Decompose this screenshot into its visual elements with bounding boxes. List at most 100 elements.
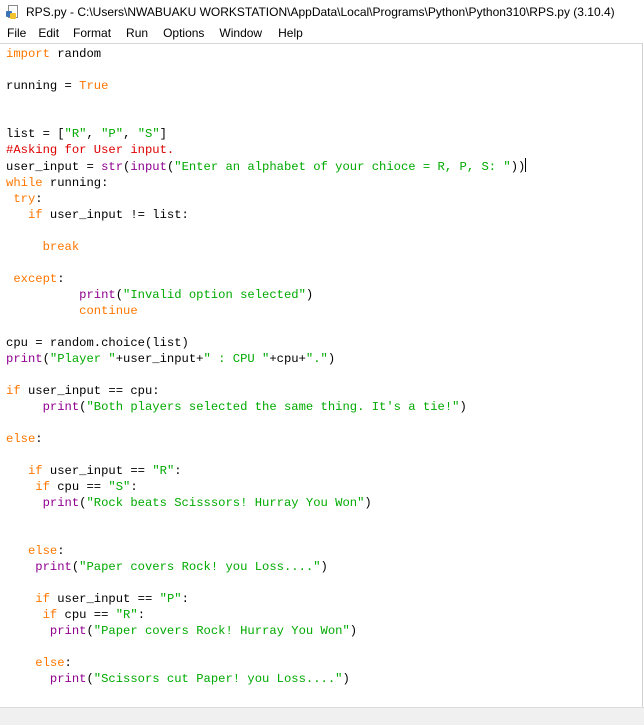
code-line: print("Scissors cut Paper! you Loss...."… [6, 672, 350, 686]
code-line: list = ["R", "P", "S"] [6, 127, 167, 141]
code-token: ( [115, 288, 124, 302]
code-token: else [35, 656, 65, 670]
code-token: ] [159, 127, 167, 141]
code-token: user_input = [6, 160, 102, 174]
code-token: : [130, 480, 138, 494]
code-line: print("Paper covers Rock! Hurray You Won… [6, 624, 357, 638]
code-token: random [49, 47, 102, 61]
code-token: print [49, 672, 87, 686]
code-token: +cpu+ [269, 352, 306, 366]
code-line: #Asking for User input. [6, 143, 174, 157]
code-token: "Player " [49, 352, 116, 366]
code-line: try: [6, 192, 43, 206]
code-token: cpu = random.choice(list) [6, 336, 189, 350]
code-token: print [42, 496, 80, 510]
code-token: else [27, 544, 58, 558]
code-token: "Enter an alphabet of your chioce = R, P… [174, 160, 511, 174]
code-token: #Asking for User input. [6, 143, 175, 157]
python-file-icon [6, 5, 20, 19]
code-token: ) [342, 672, 350, 686]
code-line: if user_input != list: [6, 208, 189, 222]
code-token: if [6, 384, 21, 398]
code-token: if [27, 464, 43, 478]
code-token: ) [459, 400, 467, 414]
code-line: if user_input == "P": [6, 592, 189, 606]
code-token: , [123, 127, 138, 141]
menu-window[interactable]: Window [210, 24, 268, 43]
code-line: else: [6, 544, 65, 558]
code-token: user_input == [42, 464, 153, 478]
code-token: : [174, 464, 182, 478]
code-token: )) [510, 160, 526, 174]
code-token: ) [349, 624, 358, 638]
code-token: "P" [159, 592, 182, 606]
menu-run[interactable]: Run [117, 24, 154, 43]
code-line: import random [6, 47, 101, 61]
code-line: cpu = random.choice(list) [6, 336, 189, 350]
code-token: print [79, 288, 116, 302]
text-cursor [525, 158, 527, 172]
code-token: , [86, 127, 102, 141]
code-token: "R" [152, 464, 175, 478]
code-token: "." [305, 352, 328, 366]
code-text[interactable]: import random running = True list = ["R"… [6, 46, 527, 687]
code-token: list = [ [6, 127, 65, 141]
title-bar[interactable]: RPS.py - C:\Users\NWABUAKU WORKSTATION\A… [0, 0, 644, 24]
code-token: user_input != list: [42, 208, 189, 222]
code-token: if [35, 592, 50, 606]
menu-options[interactable]: Options [154, 24, 210, 43]
code-token: ( [42, 352, 50, 366]
code-token: print [42, 400, 80, 414]
menu-help[interactable]: Help [268, 24, 309, 43]
code-token: ( [86, 624, 94, 638]
code-line: print("Both players selected the same th… [6, 400, 467, 414]
code-token: : [35, 432, 43, 446]
code-token: "R" [64, 127, 87, 141]
menu-file[interactable]: File [0, 24, 32, 43]
menu-format[interactable]: Format [65, 24, 117, 43]
code-token: print [6, 352, 43, 366]
code-token: user_input == cpu: [20, 384, 160, 398]
code-line: while running: [6, 176, 108, 190]
code-line: except: [6, 272, 64, 286]
code-token: "Paper covers Rock! Hurray You Won" [93, 624, 350, 638]
code-token: True [79, 79, 109, 93]
menu-edit[interactable]: Edit [32, 24, 65, 43]
code-line: if user_input == cpu: [6, 384, 160, 398]
code-token: running: [42, 176, 109, 190]
code-line: else: [6, 432, 43, 446]
code-token: : [64, 656, 72, 670]
code-token: running = [6, 79, 80, 93]
code-token: : [35, 192, 43, 206]
code-token: if [42, 608, 58, 622]
code-token: ) [305, 288, 314, 302]
code-token: print [35, 560, 72, 574]
code-token: ) [364, 496, 372, 510]
code-token: str [101, 160, 124, 174]
code-token: "P" [101, 127, 124, 141]
code-line: continue [6, 304, 138, 318]
window-title: RPS.py - C:\Users\NWABUAKU WORKSTATION\A… [26, 5, 615, 19]
code-token: "S" [108, 480, 131, 494]
code-token: "S" [137, 127, 160, 141]
code-token: cpu == [49, 480, 109, 494]
code-line: break [6, 240, 80, 254]
code-token: except [13, 272, 58, 286]
code-token: if [27, 208, 43, 222]
code-token: cpu == [57, 608, 116, 622]
code-token: import [6, 47, 50, 61]
code-editor[interactable]: import random running = True list = ["R"… [0, 43, 643, 707]
code-line: if cpu == "S": [6, 480, 138, 494]
